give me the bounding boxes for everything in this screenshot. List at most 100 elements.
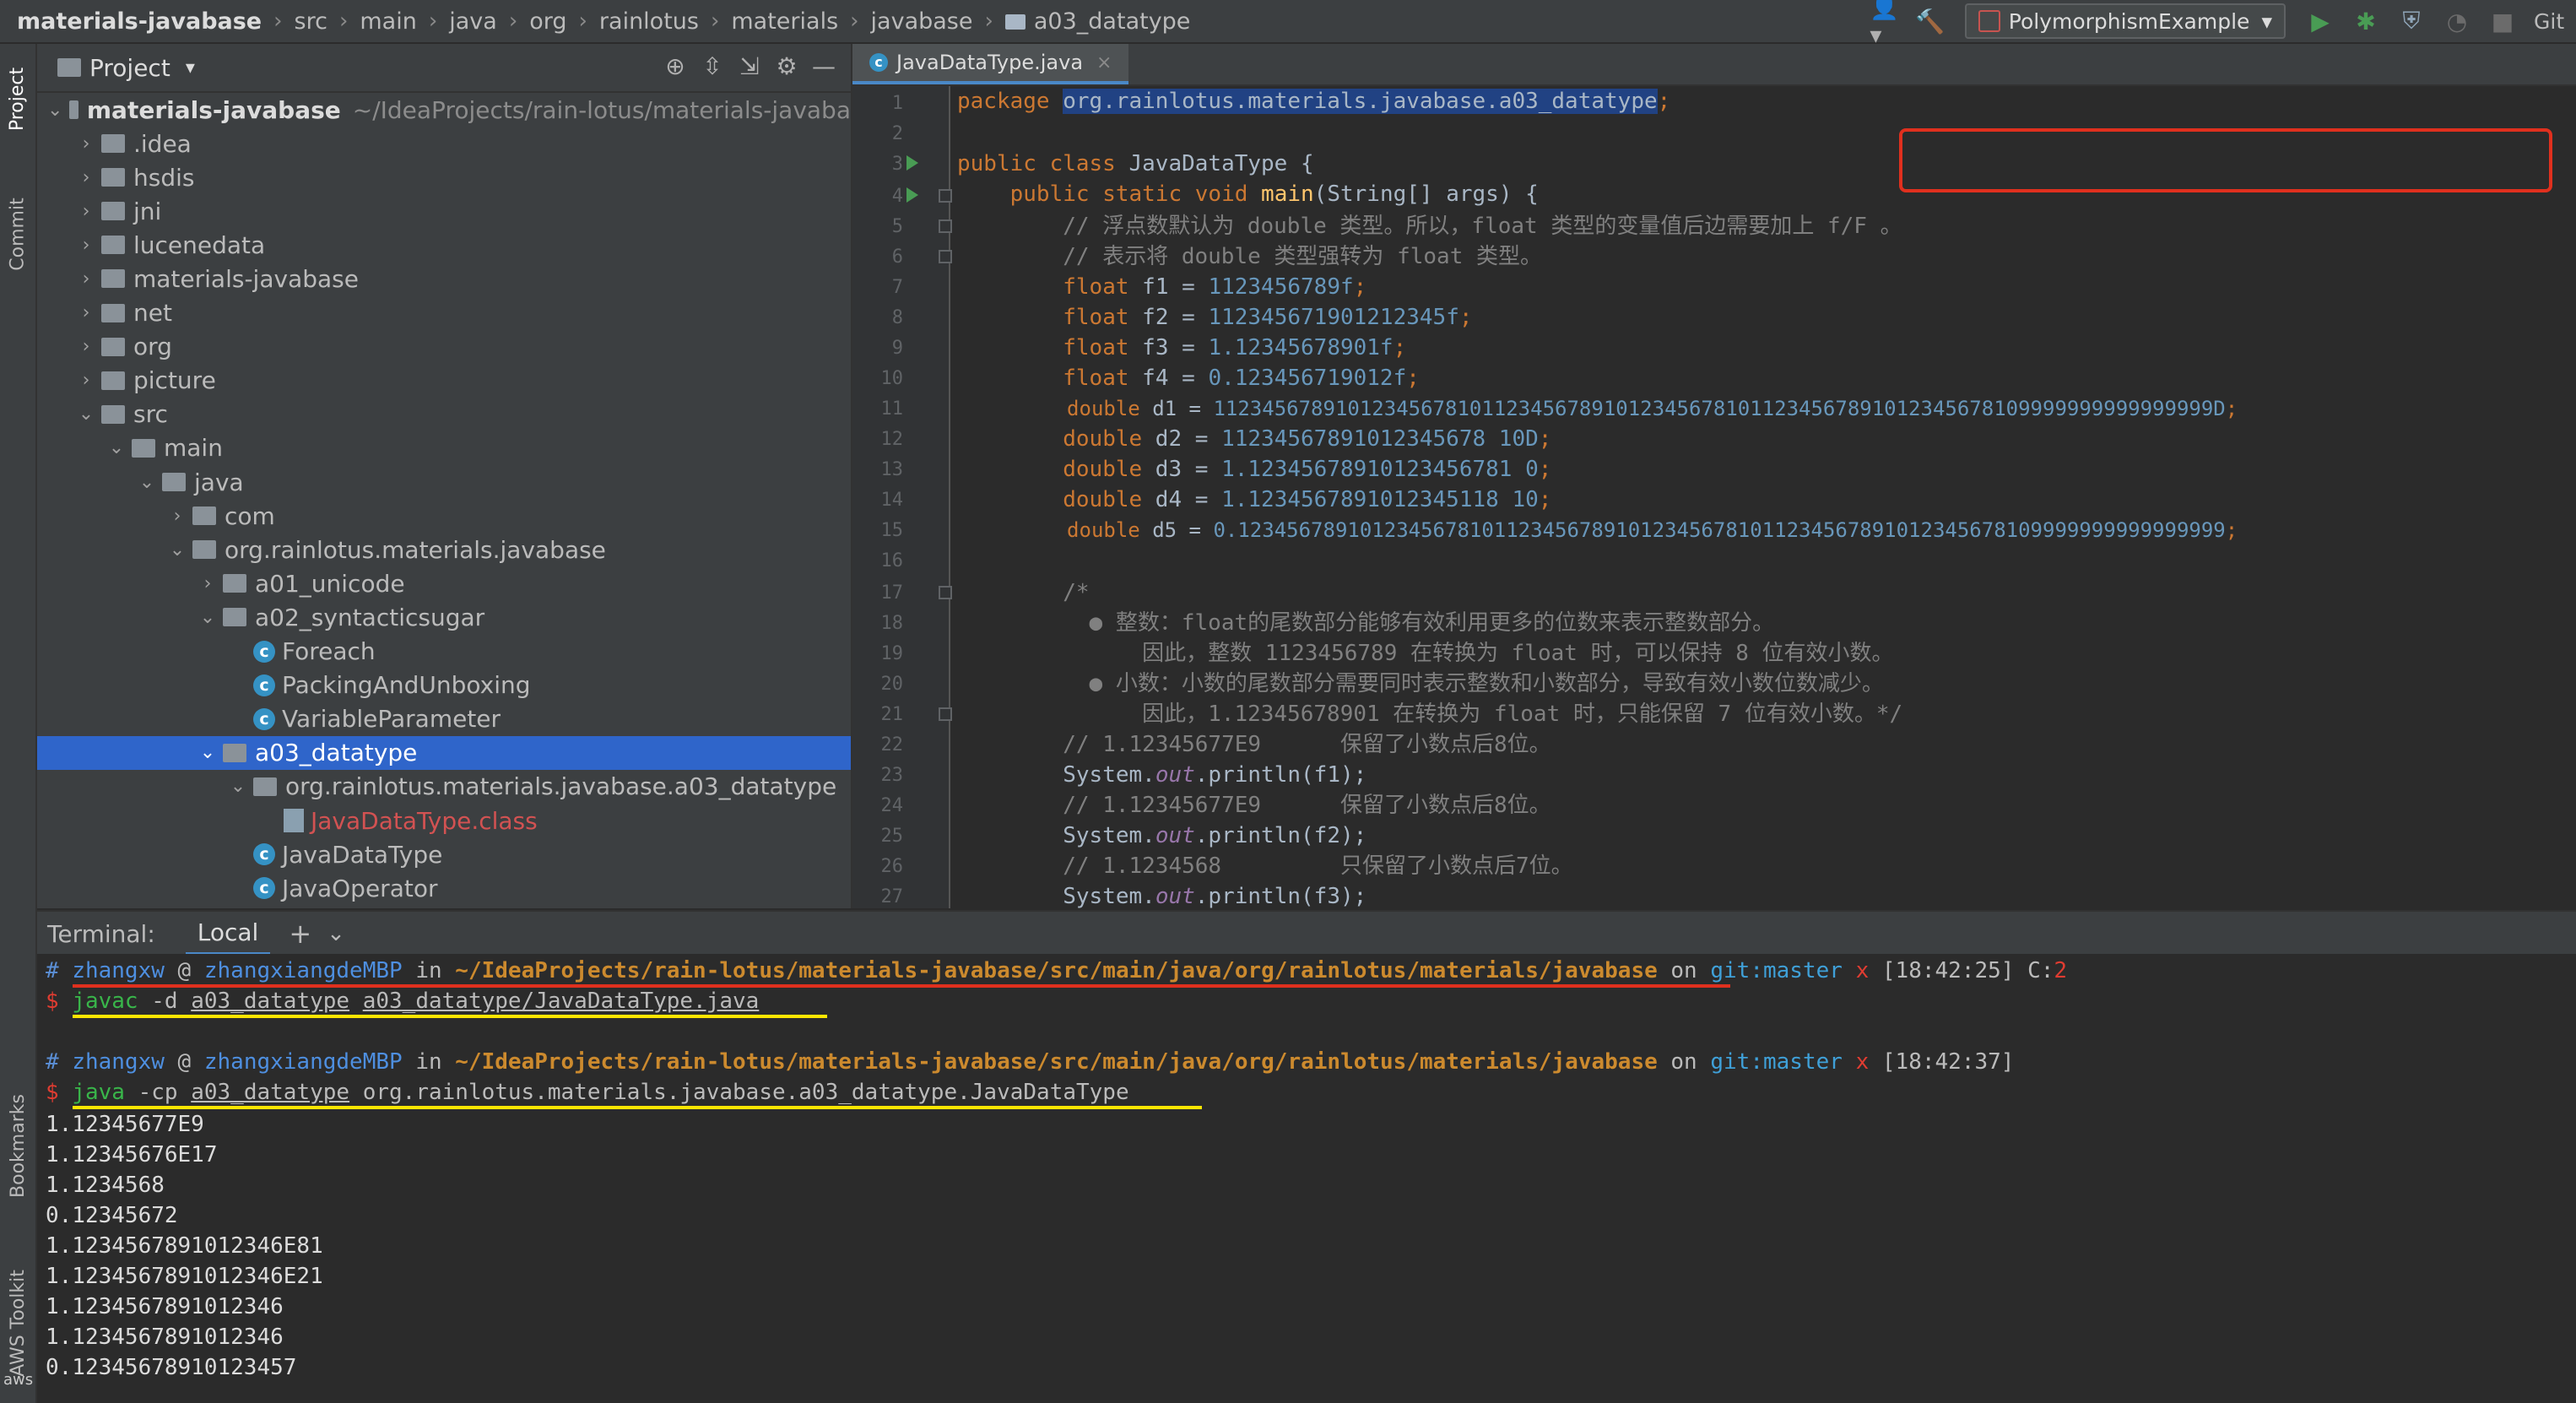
coverage-icon[interactable]: ⛨ (2397, 7, 2426, 35)
tree-item[interactable]: › lucenedata (37, 228, 851, 262)
breadcrumb-item[interactable]: src (295, 8, 327, 35)
chevron-right-icon[interactable]: › (78, 302, 95, 323)
chevron-right-icon[interactable]: › (78, 167, 95, 188)
terminal-output-line: 1.1234567891012346E81 (46, 1233, 323, 1259)
breadcrumb-item[interactable]: materials (731, 8, 838, 35)
run-gutter-icon[interactable] (906, 155, 918, 171)
tree-item[interactable]: › hsdis (37, 160, 851, 194)
debug-icon[interactable]: ✱ (2351, 7, 2380, 35)
tree-item[interactable]: ⌄ main (37, 431, 851, 465)
tree-item[interactable]: ⌄ java (37, 465, 851, 499)
terminal-output-line: 1.1234567891012346 (46, 1294, 284, 1319)
fold-icon[interactable] (939, 250, 952, 263)
tree-item[interactable]: ⌄ a03_datatype (37, 735, 851, 770)
tree-item[interactable]: › org (37, 330, 851, 364)
breadcrumb-separator-icon: › (850, 8, 859, 34)
aws-toolkit-tool-tab[interactable]: AWS Toolkit (0, 1259, 35, 1386)
chevron-down-icon[interactable]: ⌄ (199, 742, 216, 763)
add-icon[interactable]: + (289, 918, 311, 950)
breadcrumb-item[interactable]: rainlotus (599, 8, 699, 35)
run-gutter-icon[interactable] (906, 187, 918, 203)
build-hammer-icon[interactable]: 🔨 (1915, 7, 1945, 35)
chevron-down-icon[interactable]: ⌄ (47, 100, 62, 121)
profile-icon[interactable]: ◔ (2443, 7, 2471, 35)
tree-item[interactable]: ⌄ org.rainlotus.materials.javabase.a03_da… (37, 770, 851, 804)
breadcrumb-item[interactable]: main (360, 8, 416, 35)
tree-item[interactable]: ⌄ a02_syntacticsugar (37, 600, 851, 634)
project-panel-title[interactable]: Project (89, 54, 170, 82)
gear-icon[interactable]: ⚙ (768, 52, 805, 80)
tree-item[interactable]: › materials-javabase (37, 262, 851, 295)
tree-item[interactable]: › net (37, 296, 851, 330)
chevron-down-icon[interactable]: ⌄ (108, 437, 125, 458)
expand-all-icon[interactable]: ⇳ (694, 52, 731, 80)
collapse-all-icon[interactable]: ⇲ (731, 52, 768, 80)
breadcrumb-item[interactable]: org (529, 8, 566, 35)
chevron-down-icon[interactable]: ⌄ (78, 404, 95, 425)
main-toolbar: 👤▾ 🔨 PolymorphismExample ▾ ▶ ✱ ⛨ ◔ ■ Git (1862, 0, 2576, 49)
chevron-right-icon[interactable]: › (78, 268, 95, 290)
tree-item[interactable]: › picture (37, 364, 851, 398)
chevron-right-icon[interactable]: › (78, 370, 95, 391)
tree-item[interactable]: c Foreach (37, 635, 851, 669)
breadcrumb-item[interactable]: materials-javabase (17, 8, 262, 35)
git-label[interactable]: Git (2534, 7, 2568, 35)
tree-item[interactable]: c JavaOperator (37, 871, 851, 905)
tree-item-label: Foreach (282, 637, 376, 665)
chevron-right-icon[interactable]: › (78, 336, 95, 357)
stop-icon[interactable]: ■ (2488, 7, 2517, 35)
close-icon[interactable]: × (1096, 52, 1112, 73)
chevron-down-icon[interactable]: ▾ (186, 57, 195, 79)
fold-icon[interactable] (939, 219, 952, 233)
chevron-down-icon[interactable]: ⌄ (199, 607, 216, 628)
line-number: 15 (880, 520, 904, 541)
chevron-down-icon[interactable]: ⌄ (230, 776, 246, 797)
tree-item[interactable]: › jni (37, 194, 851, 228)
breadcrumb: materials-javabase › src › main › java ›… (0, 0, 1190, 42)
terminal-title: Terminal: (47, 919, 155, 948)
tree-item[interactable]: › .idea (37, 127, 851, 160)
tree-item[interactable]: ⌄ src (37, 398, 851, 431)
project-tool-tab[interactable]: Project (0, 52, 35, 145)
fold-icon[interactable] (939, 189, 952, 203)
terminal-tab-local[interactable]: Local (185, 912, 271, 956)
tree-item[interactable]: c JavaDataType (37, 837, 851, 871)
line-number: 9 (891, 338, 903, 359)
tree-item[interactable]: › a01_unicode (37, 566, 851, 600)
run-configuration-select[interactable]: PolymorphismExample ▾ (1964, 3, 2286, 39)
breadcrumb-item[interactable]: java (449, 8, 497, 35)
breadcrumb-item[interactable]: javabase (871, 8, 973, 35)
run-icon[interactable]: ▶ (2306, 7, 2335, 35)
locate-file-icon[interactable]: ⊕ (657, 52, 694, 80)
chevron-down-icon[interactable]: ⌄ (138, 472, 155, 493)
commit-tool-tab[interactable]: Commit (0, 187, 35, 280)
tree-item-label: JavaDataType.class (311, 806, 538, 835)
editor-tab-active[interactable]: c JavaDataType.java × (852, 44, 1129, 84)
fold-icon[interactable] (939, 707, 952, 721)
breadcrumb-item[interactable]: a03_datatype (1034, 8, 1191, 35)
tree-root-item[interactable]: ⌄ materials-javabase ~/IdeaProjects/rain… (37, 93, 851, 127)
chevron-right-icon[interactable]: › (169, 506, 186, 527)
line-number: 12 (880, 429, 904, 450)
chevron-down-icon[interactable]: ⌄ (327, 921, 345, 946)
fold-icon[interactable] (939, 586, 952, 599)
chevron-right-icon[interactable]: › (78, 133, 95, 154)
tree-item[interactable]: › com (37, 499, 851, 533)
commit-tab-label: Commit (7, 197, 29, 271)
chevron-right-icon[interactable]: › (78, 201, 95, 222)
folder-icon (101, 134, 125, 153)
bookmarks-tool-tab[interactable]: Bookmarks (0, 1082, 35, 1209)
tree-item[interactable]: JavaDataType.class (37, 804, 851, 837)
project-panel-header: Project ▾ ⊕ ⇳ ⇲ ⚙ — (37, 44, 851, 93)
terminal-output[interactable]: # zhangxw @ zhangxiangdeMBP in ~/IdeaPro… (37, 954, 2576, 1403)
tree-item[interactable]: c VariableParameter (37, 702, 851, 736)
user-account-icon[interactable]: 👤▾ (1870, 0, 1899, 49)
line-number: 3 (891, 154, 903, 175)
code-line-24: // 1.12345677E9 保留了小数点后8位。 (1063, 793, 1551, 818)
tree-item[interactable]: c PackingAndUnboxing (37, 669, 851, 702)
chevron-right-icon[interactable]: › (78, 235, 95, 256)
chevron-down-icon[interactable]: ⌄ (169, 539, 186, 561)
tree-item[interactable]: ⌄ org.rainlotus.materials.javabase (37, 533, 851, 566)
chevron-right-icon[interactable]: › (199, 573, 216, 594)
hide-panel-icon[interactable]: — (805, 52, 842, 80)
